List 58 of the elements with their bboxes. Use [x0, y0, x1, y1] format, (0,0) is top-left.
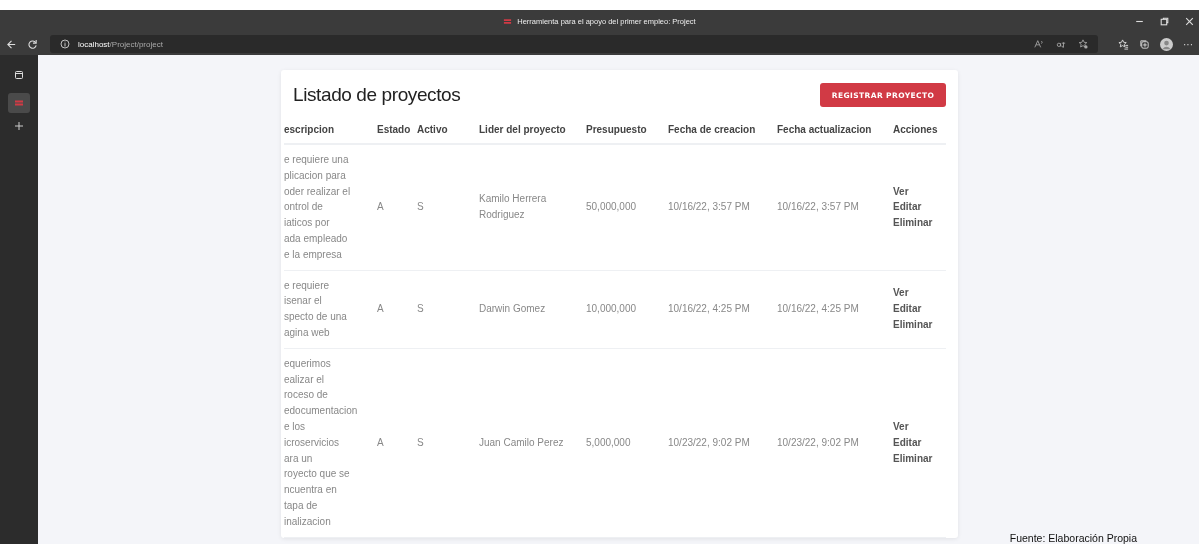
column-header: Acciones	[893, 118, 946, 144]
action-link[interactable]: Editar	[893, 301, 946, 318]
column-header: Fecha de creacion	[668, 118, 777, 144]
close-icon[interactable]	[1184, 16, 1195, 27]
description-cell: equerimos ealizar el roceso de edocumentacion e los icroservicios ara un royecto que se ncuentra en tapa de inalizacion	[284, 348, 377, 538]
add-favorite-icon[interactable]	[1078, 39, 1088, 49]
table-cell: S	[417, 348, 479, 538]
column-header: Lider del proyecto	[479, 118, 586, 144]
column-header: Activo	[417, 118, 479, 144]
column-header: escripcion	[284, 118, 377, 144]
table-cell: A	[377, 348, 417, 538]
table-cell: 10/16/22, 4:25 PM	[668, 270, 777, 349]
table-cell: S	[417, 144, 479, 271]
table-cell: 5,000,000	[586, 348, 668, 538]
action-link[interactable]: Ver	[893, 183, 946, 200]
table-cell: 10/16/22, 4:25 PM	[777, 270, 893, 349]
table-cell: Juan Camilo Perez	[479, 348, 586, 538]
table-cell: 10/16/22, 3:57 PM	[668, 144, 777, 271]
action-link[interactable]: Eliminar	[893, 450, 946, 467]
action-link[interactable]: Eliminar	[893, 317, 946, 333]
collections-icon[interactable]	[1139, 38, 1150, 50]
url-text: localhost/Project/project	[78, 39, 163, 49]
column-header: Fecha actualizacion	[777, 118, 893, 144]
table-cell: A	[377, 270, 417, 349]
action-link[interactable]: Ver	[893, 418, 946, 435]
translate-icon[interactable]	[1056, 39, 1066, 49]
table-cell: 10/16/22, 3:57 PM	[777, 144, 893, 271]
action-link[interactable]: Editar	[893, 434, 946, 451]
window-icon	[14, 70, 24, 80]
back-icon[interactable]	[6, 38, 17, 50]
action-link[interactable]: Editar	[893, 199, 946, 216]
table-cell: Kamilo Herrera Rodriguez	[479, 144, 586, 271]
table-cell: 10,000,000	[586, 270, 668, 349]
refresh-icon[interactable]	[27, 38, 38, 50]
page-title: Listado de proyectos	[293, 84, 461, 106]
description-cell: e requiere una plicacion para oder realizar el ontrol de iaticos por ada empleado e la empresa	[284, 144, 377, 271]
info-icon[interactable]	[60, 39, 70, 49]
read-aloud-icon[interactable]	[1034, 39, 1044, 49]
column-header: Presupuesto	[586, 118, 668, 144]
table-cell: 10/23/22, 9:02 PM	[777, 348, 893, 538]
new-tab-plus-icon[interactable]	[14, 121, 24, 131]
address-bar[interactable]: localhost/Project/project	[50, 35, 1098, 53]
more-menu[interactable]: ···	[1183, 38, 1193, 50]
table-cell: S	[417, 270, 479, 349]
action-link[interactable]: Eliminar	[893, 215, 946, 231]
site-favicon-icon	[14, 98, 24, 108]
description-cell: e requiere isenar el specto de una agina web	[284, 270, 377, 349]
table-cell: A	[377, 144, 417, 271]
table-cell: Darwin Gomez	[479, 270, 586, 349]
column-header: Estado	[377, 118, 417, 144]
site-favicon-icon	[503, 18, 513, 25]
action-link[interactable]: Ver	[893, 285, 946, 302]
source-caption: Fuente: Elaboración Propia	[1009, 532, 1137, 544]
restore-icon[interactable]	[1159, 16, 1170, 27]
favorites-icon[interactable]	[1118, 38, 1129, 50]
profile-avatar-icon[interactable]	[1160, 37, 1173, 51]
table-cell: 10/23/22, 9:02 PM	[668, 348, 777, 538]
table-cell: 50,000,000	[586, 144, 668, 271]
